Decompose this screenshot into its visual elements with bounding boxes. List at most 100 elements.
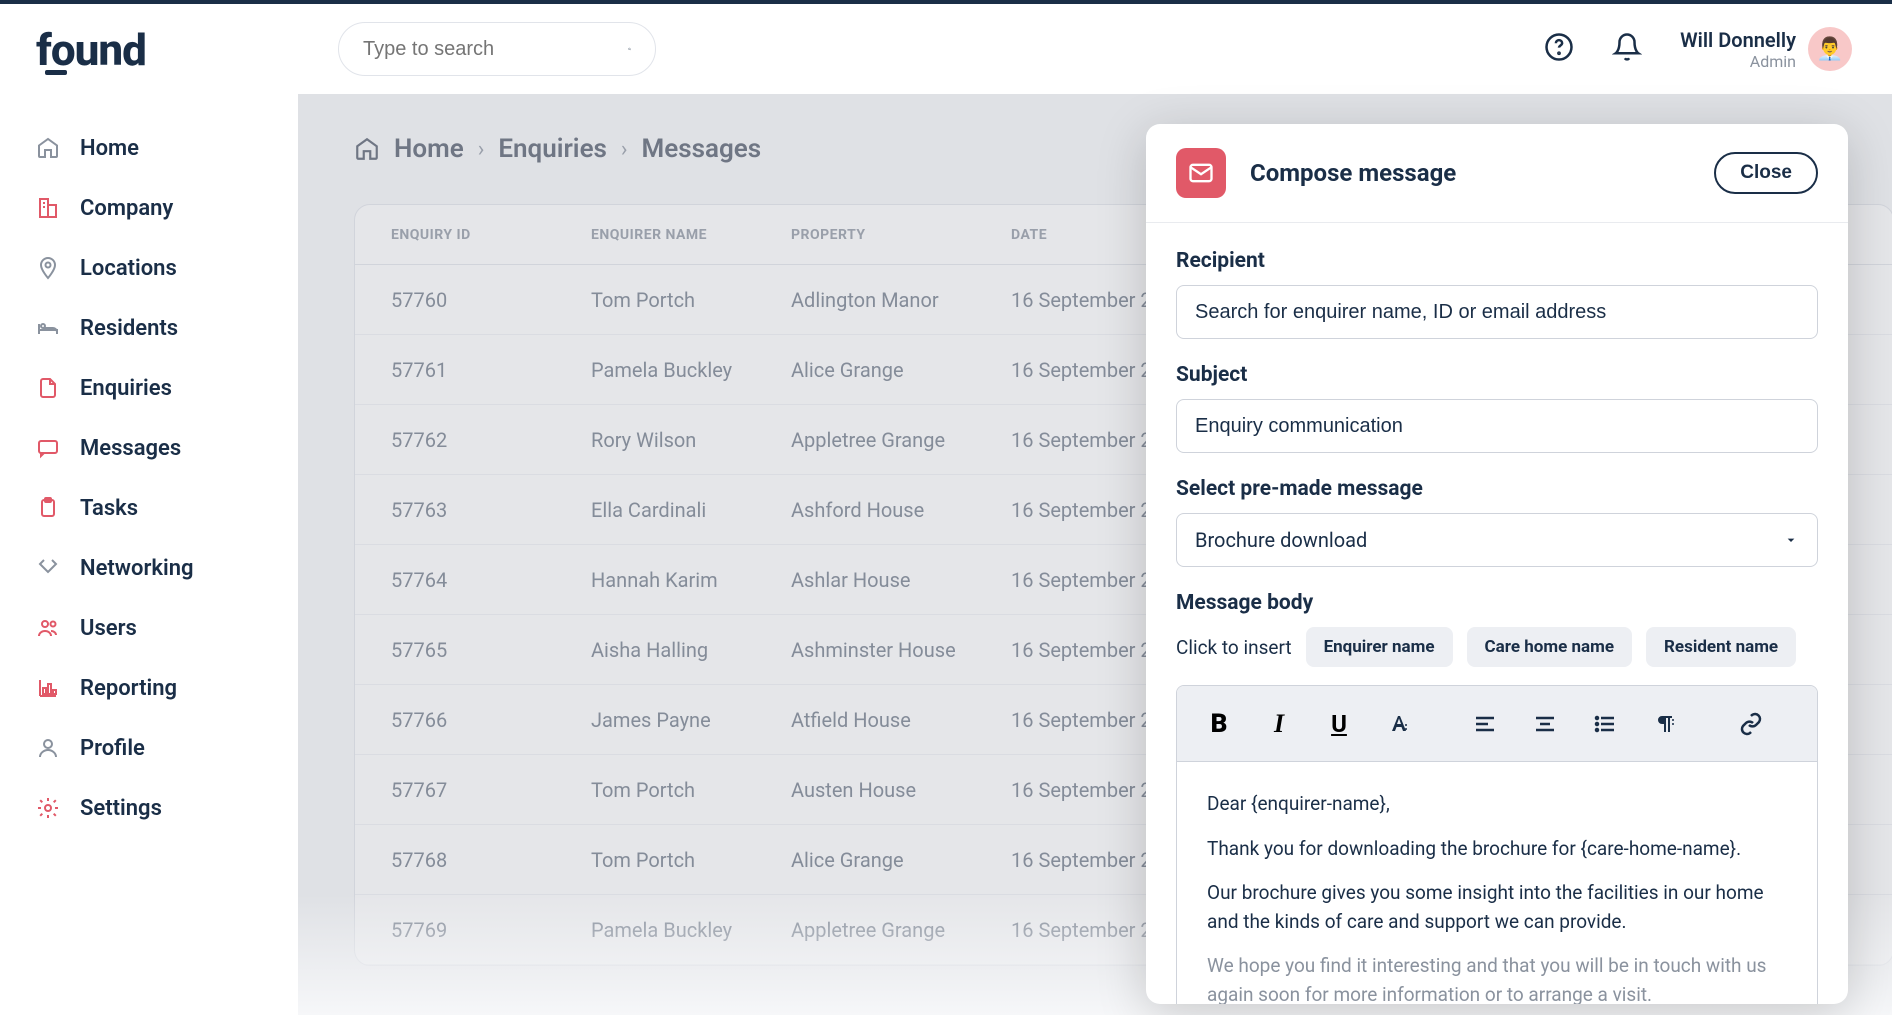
sidebar-item-messages[interactable]: Messages: [0, 418, 298, 478]
cell-property: Appletree Grange: [791, 918, 1011, 942]
recipient-label: Recipient: [1176, 249, 1818, 273]
message-paragraph: Thank you for downloading the brochure f…: [1207, 835, 1787, 864]
clipboard-icon: [36, 496, 60, 520]
font-icon: [1387, 712, 1411, 736]
topbar-right: Will Donnelly Admin 👨‍💼: [1544, 27, 1852, 71]
message-paragraph: Dear {enquirer-name},: [1207, 790, 1787, 819]
align-center-icon: [1533, 712, 1557, 736]
cell-id: 57764: [391, 568, 591, 592]
list-button[interactable]: [1579, 702, 1631, 746]
sidebar-item-label: Profile: [80, 736, 145, 761]
sidebar-item-home[interactable]: Home: [0, 118, 298, 178]
link-button[interactable]: [1725, 702, 1777, 746]
message-paragraph: We hope you find it interesting and that…: [1207, 952, 1787, 1004]
sidebar-item-locations[interactable]: Locations: [0, 238, 298, 298]
chip-resident-name[interactable]: Resident name: [1646, 627, 1796, 667]
cell-id: 57767: [391, 778, 591, 802]
chip-care-home-name[interactable]: Care home name: [1467, 627, 1632, 667]
pin-icon: [36, 256, 60, 280]
compose-header: Compose message Close: [1146, 124, 1848, 223]
sidebar: Home Company Locations Residents Enquiri…: [0, 94, 298, 1015]
user-name: Will Donnelly: [1680, 28, 1796, 52]
global-search[interactable]: [338, 22, 656, 76]
sidebar-item-residents[interactable]: Residents: [0, 298, 298, 358]
cell-name: Pamela Buckley: [591, 918, 791, 942]
subject-input[interactable]: [1176, 399, 1818, 453]
cell-id: 57769: [391, 918, 591, 942]
insert-row: Click to insert Enquirer name Care home …: [1176, 627, 1818, 667]
cell-name: Tom Portch: [591, 288, 791, 312]
chip-enquirer-name[interactable]: Enquirer name: [1306, 627, 1453, 667]
close-button[interactable]: Close: [1714, 152, 1818, 194]
cell-id: 57763: [391, 498, 591, 522]
cell-property: Atfield House: [791, 708, 1011, 732]
company-icon: [36, 196, 60, 220]
bell-icon: [1612, 32, 1642, 62]
crumb-1[interactable]: Enquiries: [498, 134, 607, 164]
cell-id: 57766: [391, 708, 591, 732]
rich-editor: B I U Dear {enquirer-name},Thank y: [1176, 685, 1818, 1004]
sidebar-item-label: Users: [80, 616, 137, 641]
help-button[interactable]: [1544, 32, 1574, 66]
search-icon: [628, 38, 631, 60]
search-input[interactable]: [363, 38, 628, 61]
user-text: Will Donnelly Admin: [1680, 28, 1796, 71]
sidebar-item-label: Reporting: [80, 676, 177, 701]
cell-id: 57765: [391, 638, 591, 662]
editor-content[interactable]: Dear {enquirer-name}, Thank you for downl…: [1177, 762, 1817, 1004]
subject-label: Subject: [1176, 363, 1818, 387]
cell-id: 57760: [391, 288, 591, 312]
user-role: Admin: [1680, 52, 1796, 71]
italic-button[interactable]: I: [1253, 702, 1305, 746]
font-button[interactable]: [1373, 702, 1425, 746]
sidebar-item-users[interactable]: Users: [0, 598, 298, 658]
cell-property: Appletree Grange: [791, 428, 1011, 452]
paragraph-icon: [1653, 712, 1677, 736]
chart-icon: [36, 676, 60, 700]
sidebar-item-label: Enquiries: [80, 376, 172, 401]
brand-logo: found: [36, 24, 298, 76]
cell-property: Ashminster House: [791, 638, 1011, 662]
home-icon: [354, 136, 380, 162]
gear-icon: [36, 796, 60, 820]
sidebar-item-label: Residents: [80, 316, 178, 341]
cell-name: Hannah Karim: [591, 568, 791, 592]
sidebar-item-profile[interactable]: Profile: [0, 718, 298, 778]
paragraph-button[interactable]: [1639, 702, 1691, 746]
bold-button[interactable]: B: [1193, 702, 1245, 746]
notifications-button[interactable]: [1612, 32, 1642, 66]
align-left-icon: [1473, 712, 1497, 736]
italic-icon: I: [1274, 709, 1284, 739]
cell-name: Rory Wilson: [591, 428, 791, 452]
align-center-button[interactable]: [1519, 702, 1571, 746]
cell-id: 57761: [391, 358, 591, 382]
cell-property: Ashlar House: [791, 568, 1011, 592]
sidebar-item-tasks[interactable]: Tasks: [0, 478, 298, 538]
template-select[interactable]: Brochure download: [1176, 513, 1818, 567]
sidebar-item-reporting[interactable]: Reporting: [0, 658, 298, 718]
cell-name: Aisha Halling: [591, 638, 791, 662]
body-label: Message body: [1176, 591, 1818, 615]
sidebar-item-settings[interactable]: Settings: [0, 778, 298, 838]
sidebar-item-company[interactable]: Company: [0, 178, 298, 238]
cell-name: Ella Cardinali: [591, 498, 791, 522]
logo-zone: found: [0, 24, 298, 75]
cell-name: Tom Portch: [591, 778, 791, 802]
align-left-button[interactable]: [1459, 702, 1511, 746]
handshake-icon: [36, 556, 60, 580]
underline-button[interactable]: U: [1313, 702, 1365, 746]
file-icon: [36, 376, 60, 400]
cell-id: 57762: [391, 428, 591, 452]
topbar: found Will Donnelly Admin 👨‍💼: [0, 0, 1892, 94]
crumb-0[interactable]: Home: [394, 134, 464, 164]
sidebar-item-networking[interactable]: Networking: [0, 538, 298, 598]
avatar: 👨‍💼: [1808, 27, 1852, 71]
sidebar-item-label: Tasks: [80, 496, 138, 521]
bed-icon: [36, 316, 60, 340]
sidebar-item-enquiries[interactable]: Enquiries: [0, 358, 298, 418]
message-paragraph: Our brochure gives you some insight into…: [1207, 879, 1787, 936]
recipient-input[interactable]: [1176, 285, 1818, 339]
home-icon: [36, 136, 60, 160]
user-menu[interactable]: Will Donnelly Admin 👨‍💼: [1680, 27, 1852, 71]
insert-hint: Click to insert: [1176, 636, 1292, 659]
